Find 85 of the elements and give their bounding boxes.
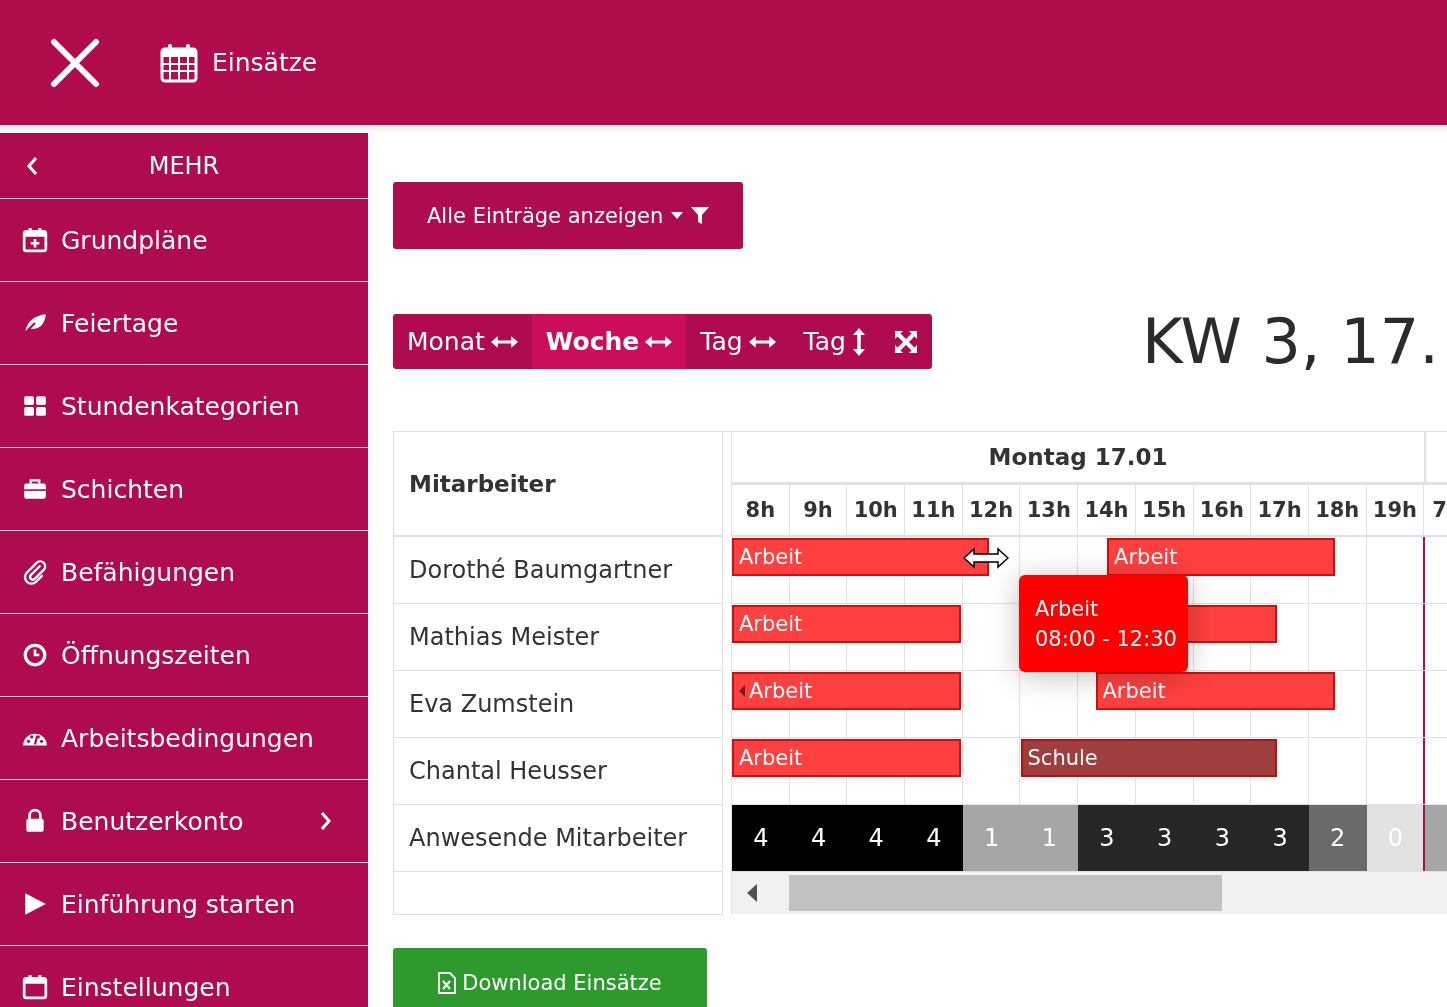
- expand-icon: [893, 329, 918, 354]
- grid-icon: [22, 393, 48, 419]
- column-header: Mitarbeiter: [409, 470, 556, 497]
- tooltip-time: 08:00 - 12:30: [1035, 626, 1178, 651]
- employee-name: Dorothé Baumgartner: [409, 556, 673, 584]
- hour-header: 14h: [1078, 485, 1136, 535]
- hour-header: 8h: [732, 485, 790, 535]
- sidebar-label: Stundenkategorien: [61, 391, 301, 421]
- sidebar-label: Grundpläne: [61, 225, 209, 255]
- view-tab[interactable]: Woche: [531, 314, 687, 369]
- count-cell: 3: [1193, 805, 1252, 871]
- paperclip-icon: [22, 559, 48, 585]
- download-button[interactable]: Download Einsätze: [393, 948, 707, 1007]
- sidebar-label: Einführung starten: [61, 889, 297, 919]
- chevron-left-icon[interactable]: [26, 155, 38, 176]
- count-cell: 1: [1020, 805, 1079, 871]
- sidebar-item[interactable]: Feiertage: [0, 281, 368, 364]
- hour-header: 7: [1424, 485, 1447, 535]
- continuation-icon: [739, 685, 745, 697]
- sidebar-item[interactable]: Öffnungszeiten: [0, 613, 368, 696]
- count-cell: 4: [905, 805, 963, 871]
- shift-bar[interactable]: Schule: [1020, 739, 1278, 777]
- calendar-icon: [22, 974, 48, 1000]
- row-label: Anwesende Mitarbeiter: [409, 824, 688, 852]
- horizontal-scrollbar[interactable]: [732, 872, 1447, 914]
- close-icon[interactable]: [50, 37, 100, 88]
- hour-header: 15h: [1135, 485, 1194, 535]
- hour-header: 11h: [905, 485, 963, 535]
- count-cell: 3: [1078, 805, 1136, 871]
- horizontal-arrow-icon: [748, 334, 776, 349]
- horizontal-arrow-icon: [490, 334, 518, 349]
- clock-icon: [22, 642, 48, 668]
- sidebar-header[interactable]: MEHR: [0, 133, 368, 198]
- calendar-icon: [160, 42, 198, 83]
- employee-name: Chantal Heusser: [409, 757, 607, 785]
- sidebar-label: Arbeitsbedingungen: [61, 723, 315, 753]
- day-header: Montag 17.01: [988, 444, 1168, 470]
- hour-header: 19h: [1366, 485, 1425, 535]
- sidebar-item[interactable]: Einstellungen: [0, 945, 368, 1007]
- calendar-plus-icon: [22, 227, 48, 253]
- sidebar-label: Schichten: [61, 474, 186, 504]
- hour-header: 10h: [847, 485, 906, 535]
- tooltip-title: Arbeit: [1035, 596, 1100, 621]
- filter-dropdown-button[interactable]: Alle Einträge anzeigen: [393, 182, 744, 249]
- hour-header: 13h: [1020, 485, 1079, 535]
- sidebar-label: Benutzerkonto: [61, 806, 245, 836]
- horizontal-arrow-icon: [645, 334, 673, 349]
- sidebar-label: Öffnungszeiten: [61, 640, 252, 670]
- vertical-arrow-icon: [851, 327, 866, 356]
- hour-header: 9h: [789, 485, 848, 535]
- employee-name: Mathias Meister: [409, 623, 600, 651]
- hour-header: 16h: [1193, 485, 1252, 535]
- play-icon: [22, 891, 48, 917]
- chevron-right-icon: [320, 811, 332, 831]
- sidebar-label: Einstellungen: [61, 972, 232, 1002]
- count-cell: 4: [789, 805, 848, 871]
- count-cell: 4: [732, 805, 790, 871]
- week-heading: KW 3, 17.: [1141, 305, 1439, 378]
- count-cell: 4: [847, 805, 906, 871]
- sidebar-label: Feiertage: [61, 308, 180, 338]
- sidebar-item[interactable]: Benutzerkonto: [0, 779, 368, 862]
- count-cell: 3: [1251, 805, 1309, 871]
- count-cell: 2: [1308, 805, 1367, 871]
- sidebar-item[interactable]: Einführung starten: [0, 862, 368, 945]
- employee-name: Eva Zumstein: [409, 690, 575, 718]
- count-cell: 1: [962, 805, 1021, 871]
- sidebar-item[interactable]: Stundenkategorien: [0, 364, 368, 447]
- sidebar-item[interactable]: Arbeitsbedingungen: [0, 696, 368, 779]
- page-title: Einsätze: [212, 48, 318, 77]
- sidebar-title: MEHR: [147, 151, 221, 180]
- sidebar-item[interactable]: Befähigungen: [0, 530, 368, 613]
- hour-header: 12h: [962, 485, 1021, 535]
- caret-icon: [671, 212, 684, 219]
- excel-file-icon: [438, 972, 457, 994]
- resize-cursor-icon: [963, 547, 1009, 569]
- sidebar-item[interactable]: Schichten: [0, 447, 368, 530]
- filter-icon: [691, 206, 710, 225]
- scrollbar-thumb[interactable]: [789, 875, 1222, 911]
- scroll-left-icon[interactable]: [747, 884, 757, 902]
- sidebar-item[interactable]: Grundpläne: [0, 198, 368, 281]
- hour-header: 18h: [1308, 485, 1367, 535]
- count-cell: 3: [1135, 805, 1194, 871]
- briefcase-icon: [22, 476, 48, 502]
- hour-header: 17h: [1251, 485, 1309, 535]
- sidebar-label: Befähigungen: [61, 557, 237, 587]
